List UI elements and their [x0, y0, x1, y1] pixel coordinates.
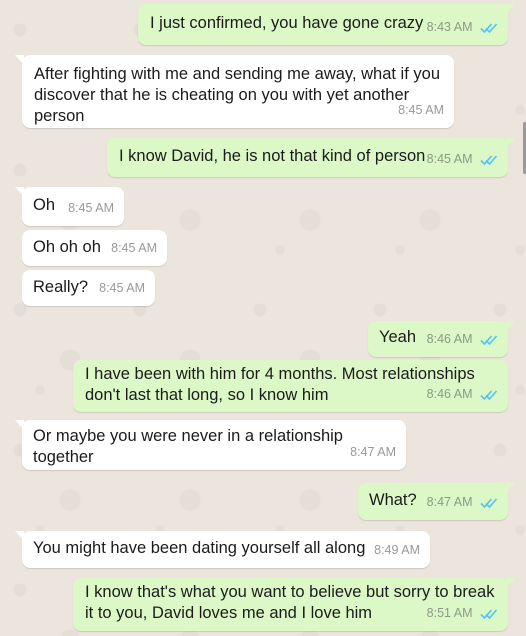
message-time: 8:45 AM: [426, 152, 473, 166]
double-check-icon: [480, 498, 498, 509]
message-outgoing[interactable]: I have been with him for 4 months. Most …: [73, 360, 508, 412]
message-time: 8:45 AM: [111, 241, 157, 255]
double-check-icon: [480, 155, 498, 166]
message-outgoing[interactable]: What? 8:47 AM: [358, 483, 515, 520]
message-time: 8:47 AM: [426, 495, 473, 509]
message-text: After fighting with me and sending me aw…: [34, 65, 440, 125]
message-time: 8:45 AM: [99, 281, 145, 295]
double-check-icon: [480, 609, 498, 620]
message-meta: 8:51 AM: [427, 603, 498, 624]
message-outgoing[interactable]: Yeah 8:46 AM: [368, 321, 515, 357]
message-outgoing[interactable]: I just confirmed, you have gone crazy 8:…: [138, 4, 515, 45]
message-time: 8:45 AM: [398, 103, 444, 117]
message-time: 8:45 AM: [68, 201, 114, 215]
double-check-icon: [480, 335, 498, 346]
message-meta: 8:45 AM: [427, 149, 498, 170]
message-text: You might have been dating yourself all …: [33, 539, 366, 557]
message-meta: 8:47 AM: [427, 492, 498, 513]
message-outgoing[interactable]: I know that's what you want to believe b…: [73, 578, 515, 631]
chat-thread: I just confirmed, you have gone crazy 8:…: [0, 0, 526, 636]
message-incoming[interactable]: Oh oh oh 8:45 AM: [22, 230, 167, 266]
message-time: 8:46 AM: [426, 387, 473, 401]
message-meta: 8:46 AM: [427, 384, 498, 405]
message-time: 8:47 AM: [350, 445, 396, 459]
message-text: Or maybe you were never in a relationshi…: [33, 427, 343, 466]
message-meta: 8:46 AM: [427, 329, 498, 350]
double-check-icon: [480, 390, 498, 401]
message-incoming[interactable]: Or maybe you were never in a relationshi…: [15, 420, 406, 470]
message-incoming[interactable]: After fighting with me and sending me aw…: [15, 55, 454, 128]
message-time: 8:46 AM: [426, 332, 473, 346]
message-incoming[interactable]: Oh 8:45 AM: [15, 187, 124, 226]
message-incoming[interactable]: You might have been dating yourself all …: [15, 531, 430, 568]
message-incoming[interactable]: Really? 8:45 AM: [22, 270, 155, 306]
double-check-icon: [480, 23, 498, 34]
message-time: 8:43 AM: [426, 20, 473, 34]
message-meta: 8:43 AM: [427, 17, 498, 38]
message-outgoing[interactable]: I know David, he is not that kind of per…: [107, 138, 515, 177]
message-time: 8:51 AM: [426, 606, 473, 620]
message-time: 8:49 AM: [374, 543, 420, 557]
